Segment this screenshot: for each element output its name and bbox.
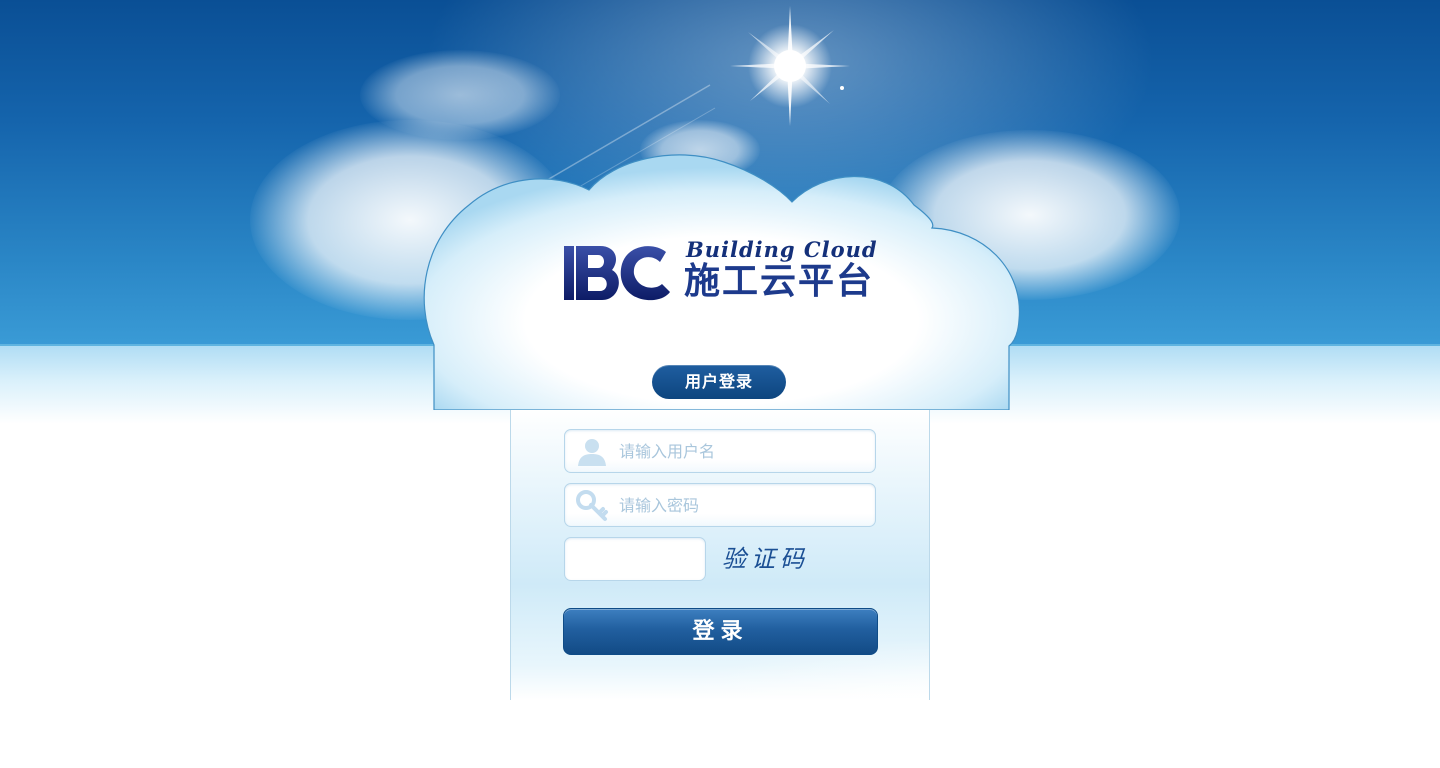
captcha-field[interactable] [564,537,706,581]
password-input[interactable] [619,484,869,526]
key-icon [575,488,609,522]
user-icon [575,434,609,468]
logo-chinese-name: 施工云平台 [684,261,875,302]
logo-english-name: Building Cloud [686,237,878,262]
login-page: Building Cloud 施工云平台 用户登录 验证码 登录 [0,0,1440,768]
captcha-input[interactable] [573,538,697,580]
login-button[interactable]: 登录 [563,608,878,655]
sun-icon [730,6,855,126]
username-input[interactable] [619,430,869,472]
captcha-image[interactable]: 验证码 [722,540,822,578]
password-field[interactable] [564,483,876,527]
user-login-badge: 用户登录 [652,365,786,399]
username-field[interactable] [564,429,876,473]
